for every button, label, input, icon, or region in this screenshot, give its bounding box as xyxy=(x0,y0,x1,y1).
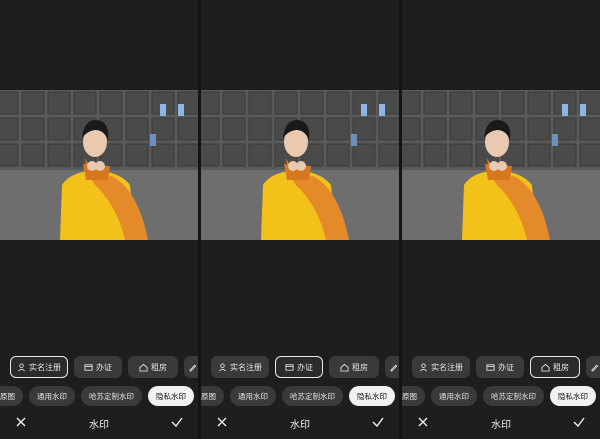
pill-hasselblad[interactable]: 哈苏定制水印 xyxy=(282,386,343,406)
confirm-icon[interactable] xyxy=(572,415,586,429)
chip-real-name[interactable]: 实名注册 xyxy=(10,356,68,378)
pill-original[interactable]: 原图 xyxy=(402,386,425,406)
pill-label: 原图 xyxy=(0,391,15,401)
pill-original[interactable]: 原图 xyxy=(201,386,224,406)
chip-custom[interactable] xyxy=(385,356,399,378)
pill-label: 哈苏定制水印 xyxy=(89,391,134,401)
confirm-icon[interactable] xyxy=(170,415,184,429)
photo-preview[interactable] xyxy=(201,90,399,240)
pill-label: 隐私水印 xyxy=(357,391,387,401)
chip-real-name[interactable]: 实名注册 xyxy=(412,356,470,378)
chip-label: 租房 xyxy=(553,362,569,372)
watermark-type-row: 原图 通用水印 哈苏定制水印 隐私水印 xyxy=(402,386,596,406)
bottom-bar: 水印 xyxy=(402,412,600,436)
photo-preview[interactable] xyxy=(0,90,198,240)
pill-label: 哈苏定制水印 xyxy=(491,391,536,401)
pill-label: 通用水印 xyxy=(37,391,67,401)
page-title: 水印 xyxy=(491,420,511,431)
pill-hasselblad[interactable]: 哈苏定制水印 xyxy=(483,386,544,406)
chip-custom[interactable] xyxy=(586,356,600,378)
watermark-type-row: 原图 通用水印 哈苏定制水印 隐私水印 xyxy=(201,386,395,406)
watermark-scene-row: 实名注册 办证 租房 xyxy=(10,356,198,378)
pill-label: 通用水印 xyxy=(238,391,268,401)
card-icon xyxy=(285,363,294,372)
person-icon xyxy=(17,362,26,372)
chip-custom[interactable] xyxy=(184,356,198,378)
chip-label: 实名注册 xyxy=(431,362,463,372)
chip-label: 办证 xyxy=(96,362,112,372)
house-icon xyxy=(139,363,148,372)
chip-label: 办证 xyxy=(498,362,514,372)
person-icon xyxy=(419,362,428,372)
page-title: 水印 xyxy=(290,420,310,431)
card-icon xyxy=(84,363,93,372)
chip-rent[interactable]: 租房 xyxy=(128,356,178,378)
watermark-scene-row: 实名注册 办证 租房 xyxy=(412,356,600,378)
pen-icon xyxy=(590,363,599,372)
pill-general[interactable]: 通用水印 xyxy=(230,386,276,406)
chip-rent[interactable]: 租房 xyxy=(329,356,379,378)
pill-label: 原图 xyxy=(201,391,216,401)
bottom-bar: 水印 xyxy=(201,412,399,436)
pen-icon xyxy=(188,363,197,372)
chip-label: 实名注册 xyxy=(230,362,262,372)
editor-panel-2: 实名注册 办证 租房 原图 通用水印 哈苏定制水印 隐私水印 水印 xyxy=(201,0,399,439)
chip-rent[interactable]: 租房 xyxy=(530,356,580,378)
house-icon xyxy=(340,363,349,372)
chip-label: 实名注册 xyxy=(29,362,61,372)
pill-label: 哈苏定制水印 xyxy=(290,391,335,401)
confirm-icon[interactable] xyxy=(371,415,385,429)
pill-privacy[interactable]: 隐私水印 xyxy=(349,386,395,406)
chip-certificate[interactable]: 办证 xyxy=(74,356,122,378)
editor-panel-3: 实名注册 办证 租房 原图 通用水印 哈苏定制水印 隐私水印 水印 xyxy=(402,0,600,439)
chip-certificate[interactable]: 办证 xyxy=(476,356,524,378)
chip-label: 租房 xyxy=(151,362,167,372)
watermark-type-row: 原图 通用水印 哈苏定制水印 隐私水印 xyxy=(0,386,194,406)
page-title: 水印 xyxy=(89,420,109,431)
bottom-bar: 水印 xyxy=(0,412,198,436)
chip-label: 租房 xyxy=(352,362,368,372)
chip-certificate[interactable]: 办证 xyxy=(275,356,323,378)
pill-privacy[interactable]: 隐私水印 xyxy=(550,386,596,406)
pill-label: 隐私水印 xyxy=(558,391,588,401)
house-icon xyxy=(541,363,550,372)
pen-icon xyxy=(389,363,398,372)
editor-panel-1: 实名注册 办证 租房 原图 通用水印 哈苏定制水印 隐私水印 水印 xyxy=(0,0,198,439)
pill-privacy[interactable]: 隐私水印 xyxy=(148,386,194,406)
photo-preview[interactable] xyxy=(402,90,600,240)
pill-general[interactable]: 通用水印 xyxy=(29,386,75,406)
watermark-scene-row: 实名注册 办证 租房 xyxy=(211,356,399,378)
pill-general[interactable]: 通用水印 xyxy=(431,386,477,406)
person-icon xyxy=(218,362,227,372)
chip-real-name[interactable]: 实名注册 xyxy=(211,356,269,378)
pill-label: 隐私水印 xyxy=(156,391,186,401)
card-icon xyxy=(486,363,495,372)
pill-label: 通用水印 xyxy=(439,391,469,401)
pill-hasselblad[interactable]: 哈苏定制水印 xyxy=(81,386,142,406)
pill-original[interactable]: 原图 xyxy=(0,386,23,406)
chip-label: 办证 xyxy=(297,362,313,372)
pill-label: 原图 xyxy=(402,391,417,401)
